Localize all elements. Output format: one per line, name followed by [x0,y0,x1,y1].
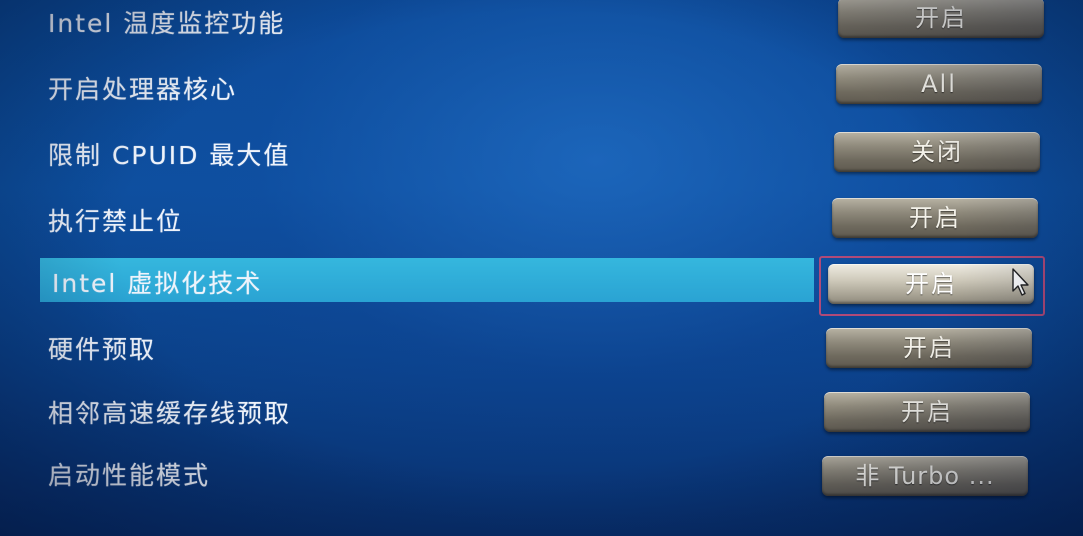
setting-row-boot-performance-mode[interactable]: 启动性能模式 非 Turbo ... [0,448,1083,508]
setting-label: Intel 温度监控功能 [48,9,286,38]
setting-value-button[interactable]: 开启 [824,392,1030,432]
setting-row-active-cores[interactable]: 开启处理器核心 All [0,62,1083,122]
setting-label: Intel 虚拟化技术 [52,269,263,298]
setting-value-button[interactable]: 开启 [828,264,1034,304]
setting-label: 启动性能模式 [48,461,211,490]
setting-value-button[interactable]: 开启 [832,198,1038,238]
setting-row-cpuid-limit[interactable]: 限制 CPUID 最大值 关闭 [0,128,1083,188]
setting-row-virtualization[interactable]: Intel 虚拟化技术 开启 [0,256,1083,318]
setting-label: 开启处理器核心 [48,75,238,104]
mouse-pointer-icon [1012,268,1029,296]
setting-label: 限制 CPUID 最大值 [48,141,291,170]
setting-row-hardware-prefetch[interactable]: 硬件预取 开启 [0,322,1083,382]
setting-label: 执行禁止位 [48,207,184,236]
setting-value-button[interactable]: 开启 [826,328,1032,368]
bios-settings-screen: Intel 温度监控功能 开启 开启处理器核心 All 限制 CPUID 最大值… [0,0,1083,536]
setting-value-button[interactable]: 关闭 [834,132,1040,172]
setting-value-button[interactable]: 开启 [838,0,1044,38]
setting-row-adjacent-cache-prefetch[interactable]: 相邻高速缓存线预取 开启 [0,386,1083,446]
setting-value-button[interactable]: 非 Turbo ... [822,456,1028,496]
setting-label: 相邻高速缓存线预取 [48,399,292,428]
setting-label: 硬件预取 [48,335,157,364]
setting-row-thermal-monitor[interactable]: Intel 温度监控功能 开启 [0,0,1083,56]
setting-row-execute-disable-bit[interactable]: 执行禁止位 开启 [0,194,1083,254]
setting-value-button[interactable]: All [836,64,1042,104]
